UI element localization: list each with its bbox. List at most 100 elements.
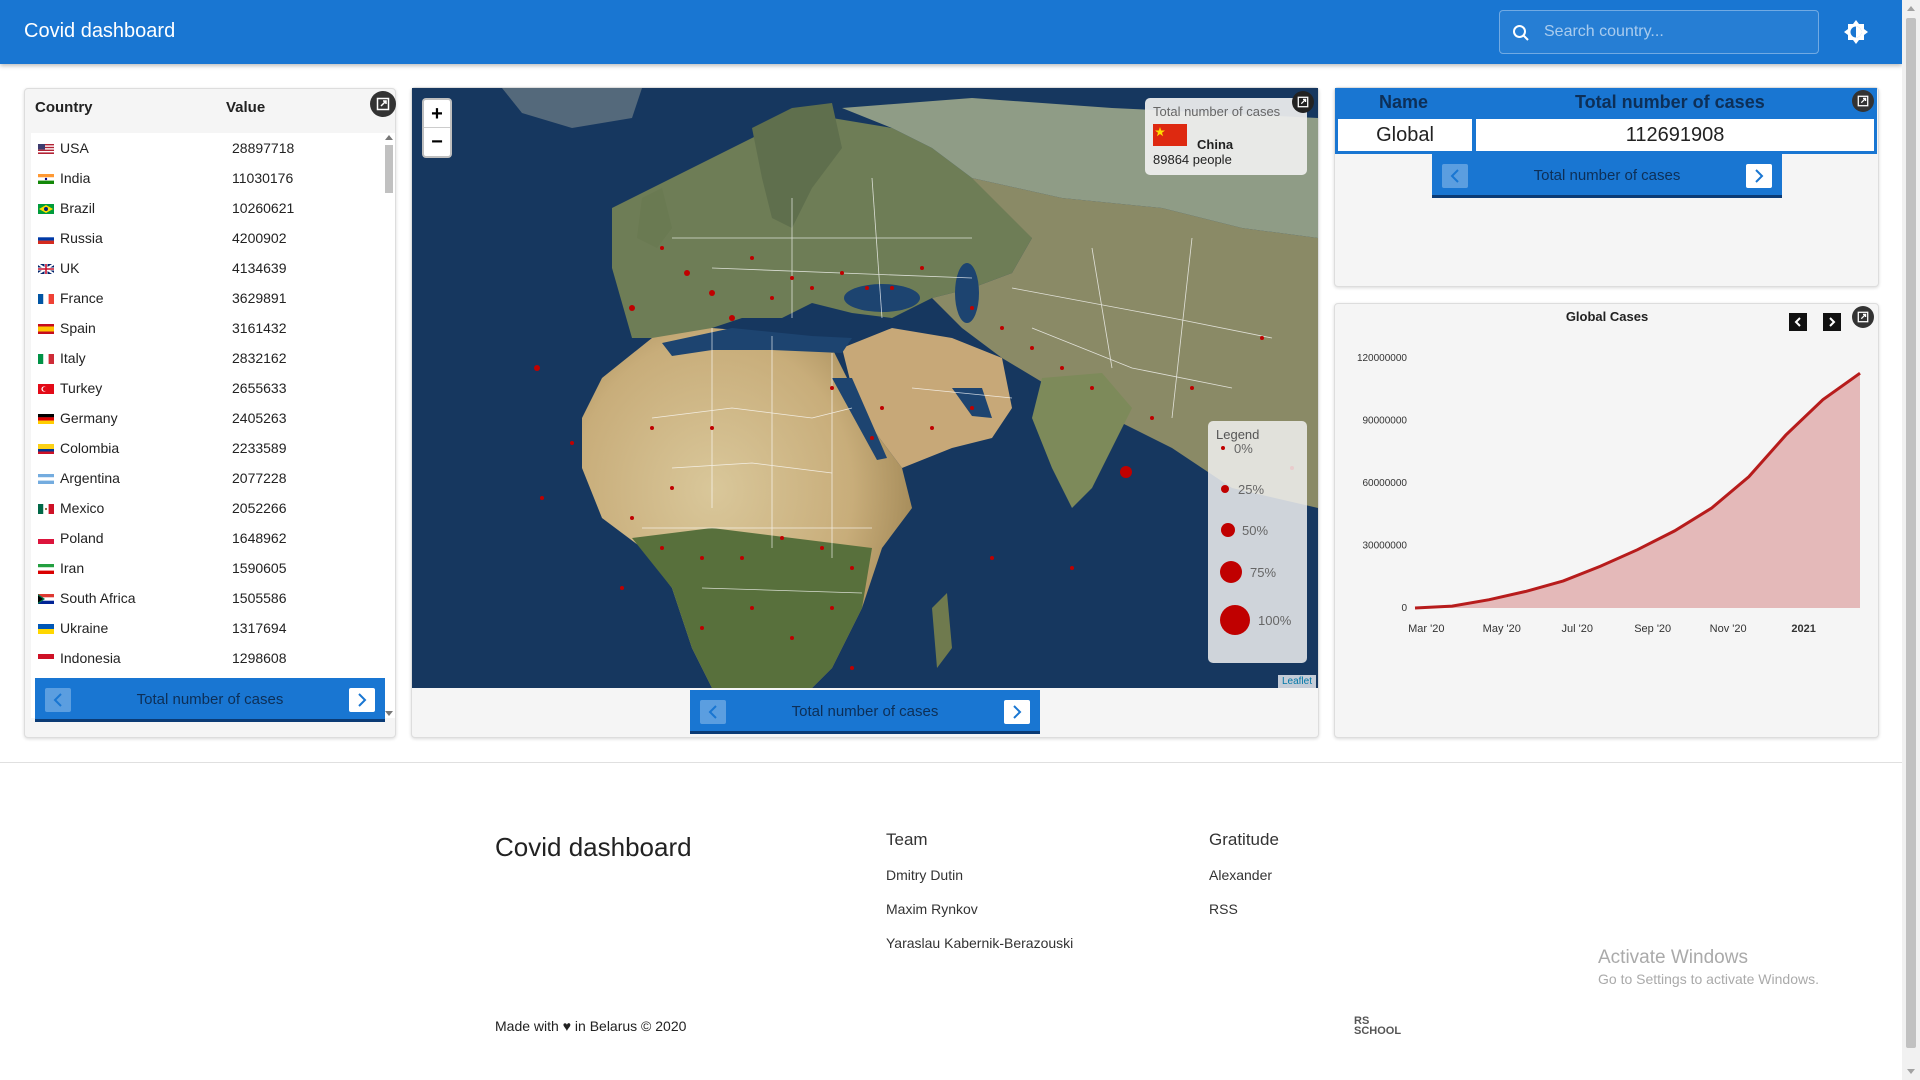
country-row[interactable]: Italy 2832162 xyxy=(31,343,381,373)
footer-team-member[interactable]: Dmitry Dutin xyxy=(886,867,963,883)
country-row[interactable]: South Africa 1505586 xyxy=(31,583,381,613)
summary-prev-button[interactable] xyxy=(1442,164,1468,188)
fullscreen-icon xyxy=(1857,311,1869,323)
country-name: Poland xyxy=(60,530,104,546)
footer-gratitude-link[interactable]: Alexander xyxy=(1209,867,1272,883)
rs-school-logo[interactable]: RS SCHOOL xyxy=(1354,1016,1414,1037)
list-scroll-down[interactable] xyxy=(385,711,393,716)
country-row[interactable]: Mexico 2052266 xyxy=(31,493,381,523)
made-suffix: in Belarus © 2020 xyxy=(574,1018,687,1034)
flag-za-icon xyxy=(38,594,54,604)
country-value: 11030176 xyxy=(232,170,294,186)
footer-team-member[interactable]: Maxim Rynkov xyxy=(886,901,978,917)
brightness-icon[interactable] xyxy=(1843,19,1869,45)
scroll-up-arrow[interactable] xyxy=(1907,6,1915,11)
y-tick-label: 60000000 xyxy=(1363,478,1408,489)
country-name: Russia xyxy=(60,230,103,246)
country-value: 2405263 xyxy=(232,410,287,426)
list-scroll-thumb[interactable] xyxy=(385,145,393,193)
country-row[interactable]: Germany 2405263 xyxy=(31,403,381,433)
global-cases-chart[interactable]: 0 30000000 60000000 90000000 120000000 Mar '2… xyxy=(1334,340,1879,640)
country-value: 2052266 xyxy=(232,500,287,516)
flag-ir-icon xyxy=(38,564,54,574)
list-indicator-label: Total number of cases xyxy=(136,691,284,708)
flag-ru-icon xyxy=(38,234,54,244)
search-input[interactable] xyxy=(1544,11,1814,53)
summary-next-button[interactable] xyxy=(1746,164,1772,188)
flag-uk-icon xyxy=(38,264,54,274)
footer-gratitude-link[interactable]: RSS xyxy=(1209,901,1238,917)
country-name: Iran xyxy=(60,560,85,576)
country-row[interactable]: Poland 1648962 xyxy=(31,523,381,553)
footer-team-title: Team xyxy=(886,830,928,849)
country-value: 1648962 xyxy=(232,530,287,546)
info-title: Total number of cases xyxy=(1153,104,1281,119)
list-next-button[interactable] xyxy=(349,688,375,712)
country-row[interactable]: UK 4134639 xyxy=(31,253,381,283)
activate-subtitle: Go to Settings to activate Windows. xyxy=(1598,971,1819,987)
list-scroll-up[interactable] xyxy=(385,135,393,140)
fullscreen-icon xyxy=(376,97,390,111)
map-prev-button[interactable] xyxy=(700,700,726,724)
list-scrollbar[interactable] xyxy=(383,133,395,718)
leaflet-attribution[interactable]: Leaflet xyxy=(1277,675,1316,688)
app-bar: Covid dashboard xyxy=(0,0,1902,64)
country-name: Spain xyxy=(60,320,96,336)
x-tick-label: Jul '20 xyxy=(1562,623,1593,635)
summary-table-header: Name Total number of cases xyxy=(1335,88,1877,116)
info-country: China xyxy=(1197,137,1234,152)
chart-prev-button[interactable] xyxy=(1789,313,1807,331)
country-row[interactable]: Ukraine 1317694 xyxy=(31,613,381,643)
country-value: 1298608 xyxy=(232,650,287,666)
country-name: UK xyxy=(60,260,80,276)
list-prev-button[interactable] xyxy=(45,688,71,712)
country-row[interactable]: Turkey 2655633 xyxy=(31,373,381,403)
country-row[interactable]: Spain 3161432 xyxy=(31,313,381,343)
zoom-out-button[interactable]: − xyxy=(424,128,450,156)
search-box[interactable] xyxy=(1499,10,1819,54)
legend-item-100: 100% xyxy=(1258,613,1292,628)
chart-next-button[interactable] xyxy=(1823,313,1841,331)
country-row[interactable]: Colombia 2233589 xyxy=(31,433,381,463)
country-name: Turkey xyxy=(60,380,103,396)
footer-team-member[interactable]: Yaraslau Kabernik-Berazouski xyxy=(886,935,1073,951)
made-prefix: Made with xyxy=(495,1018,559,1034)
country-row[interactable]: Brazil 10260621 xyxy=(31,193,381,223)
flag-tr-icon xyxy=(38,384,54,394)
scrollbar-thumb[interactable] xyxy=(1906,18,1916,1048)
country-row[interactable]: Iran 1590605 xyxy=(31,553,381,583)
country-row[interactable]: Indonesia 1298608 xyxy=(31,643,381,673)
flag-ua-icon xyxy=(38,624,54,634)
summary-name-cell: Global xyxy=(1335,116,1475,154)
country-list[interactable]: USA 28897718 India 11030176 Brazil 10260621 Ru… xyxy=(31,133,395,718)
summary-total-cell: 112691908 xyxy=(1473,116,1877,154)
country-row[interactable]: Argentina 2077228 xyxy=(31,463,381,493)
windows-activation-watermark: Activate Windows Go to Settings to activ… xyxy=(1598,947,1819,987)
country-row[interactable]: India 11030176 xyxy=(31,163,381,193)
map-next-button[interactable] xyxy=(1004,700,1030,724)
zoom-control: + − xyxy=(422,98,452,158)
page-scrollbar[interactable] xyxy=(1902,0,1920,1080)
y-tick-label: 90000000 xyxy=(1363,416,1408,427)
flag-co-icon xyxy=(38,444,54,454)
country-name: France xyxy=(60,290,104,306)
flag-it-icon xyxy=(38,354,54,364)
flag-ar-icon xyxy=(38,474,54,484)
country-name: USA xyxy=(60,140,89,156)
expand-summary-button[interactable] xyxy=(1852,90,1874,112)
expand-list-button[interactable] xyxy=(370,91,396,117)
country-row[interactable]: Russia 4200902 xyxy=(31,223,381,253)
country-name: India xyxy=(60,170,91,186)
header-total: Total number of cases xyxy=(1575,92,1765,112)
country-row[interactable]: France 3629891 xyxy=(31,283,381,313)
world-map[interactable]: + − Total number of cases China 89864 pe… xyxy=(412,88,1318,688)
country-row[interactable]: USA 28897718 xyxy=(31,133,381,163)
chevron-left-icon xyxy=(708,705,717,719)
expand-map-button[interactable] xyxy=(1292,91,1314,113)
country-name: South Africa xyxy=(60,590,136,606)
scroll-down-arrow[interactable] xyxy=(1907,1069,1915,1074)
info-people: 89864 people xyxy=(1153,152,1232,167)
zoom-in-button[interactable]: + xyxy=(424,100,450,128)
column-header-value: Value xyxy=(226,99,266,116)
expand-chart-button[interactable] xyxy=(1852,306,1874,328)
